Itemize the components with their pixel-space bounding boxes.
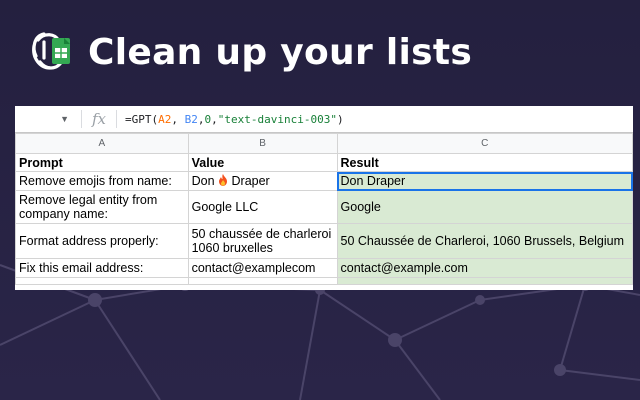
cell-result[interactable]: Google [336,190,633,224]
page-title: Clean up your lists [88,31,473,73]
cell-value[interactable]: Google LLC [187,190,338,224]
cell-header-value[interactable]: Value [187,153,338,172]
cell-value[interactable]: contact@examplecom [187,258,338,278]
table-row: Remove legal entity from company name: G… [15,190,633,224]
column-header-a[interactable]: A [15,133,189,154]
cell-prompt[interactable]: Fix this email address: [15,258,189,278]
cell-empty[interactable] [187,277,338,285]
cell-result[interactable]: 50 Chaussée de Charleroi, 1060 Brussels,… [336,223,633,259]
formula-input[interactable]: =GPT(A2, B2,0,"text-davinci-003") [125,113,344,126]
formula-model-string: "text-davinci-003" [217,112,337,126]
table-row: Fix this email address: contact@examplec… [15,258,633,278]
cell-header-prompt[interactable]: Prompt [15,153,189,172]
table-row: Remove emojis from name: Don Draper Don … [15,171,633,191]
spreadsheet: ▼ fx =GPT(A2, B2,0,"text-davinci-003") A… [15,106,633,290]
cell-value[interactable]: Don Draper [187,171,338,191]
column-header-b[interactable]: B [187,133,338,154]
formula-bar: ▼ fx =GPT(A2, B2,0,"text-davinci-003") [15,106,633,133]
divider [116,110,117,128]
cell-result[interactable]: contact@example.com [336,258,633,278]
cell-prompt[interactable]: Remove emojis from name: [15,171,189,191]
column-header-c[interactable]: C [336,133,633,154]
value-text: Don [191,174,215,188]
cell-empty[interactable] [15,277,189,285]
formula-sep: , [197,112,205,126]
formula-suffix: ) [336,112,344,126]
value-text: Draper [231,174,270,188]
cell-prompt[interactable]: Format address properly: [15,223,189,259]
cell-header-result[interactable]: Result [336,153,633,172]
formula-sep: , [211,112,218,126]
table-row [15,277,633,285]
formula-prefix: =GPT( [125,112,159,126]
gpt-sheets-logo-icon [26,28,74,76]
formula-sep: , [171,112,185,126]
header: Clean up your lists [26,28,472,76]
cell-prompt[interactable]: Remove legal entity from company name: [15,190,189,224]
formula-ref-a: A2 [158,112,172,126]
divider [81,110,82,128]
data-grid: A B C Prompt Value Result Remove emojis … [15,133,633,285]
cell-value[interactable]: 50 chaussée de charleroi 1060 bruxelles [187,223,338,259]
fx-icon: fx [92,110,107,128]
fire-emoji-icon [219,174,228,186]
table-row: Format address properly: 50 chaussée de … [15,223,633,259]
formula-ref-b: B2 [184,112,198,126]
name-box-dropdown-icon[interactable]: ▼ [15,114,69,124]
cell-empty[interactable] [336,277,633,285]
cell-result-selected[interactable]: Don Draper [336,171,633,191]
